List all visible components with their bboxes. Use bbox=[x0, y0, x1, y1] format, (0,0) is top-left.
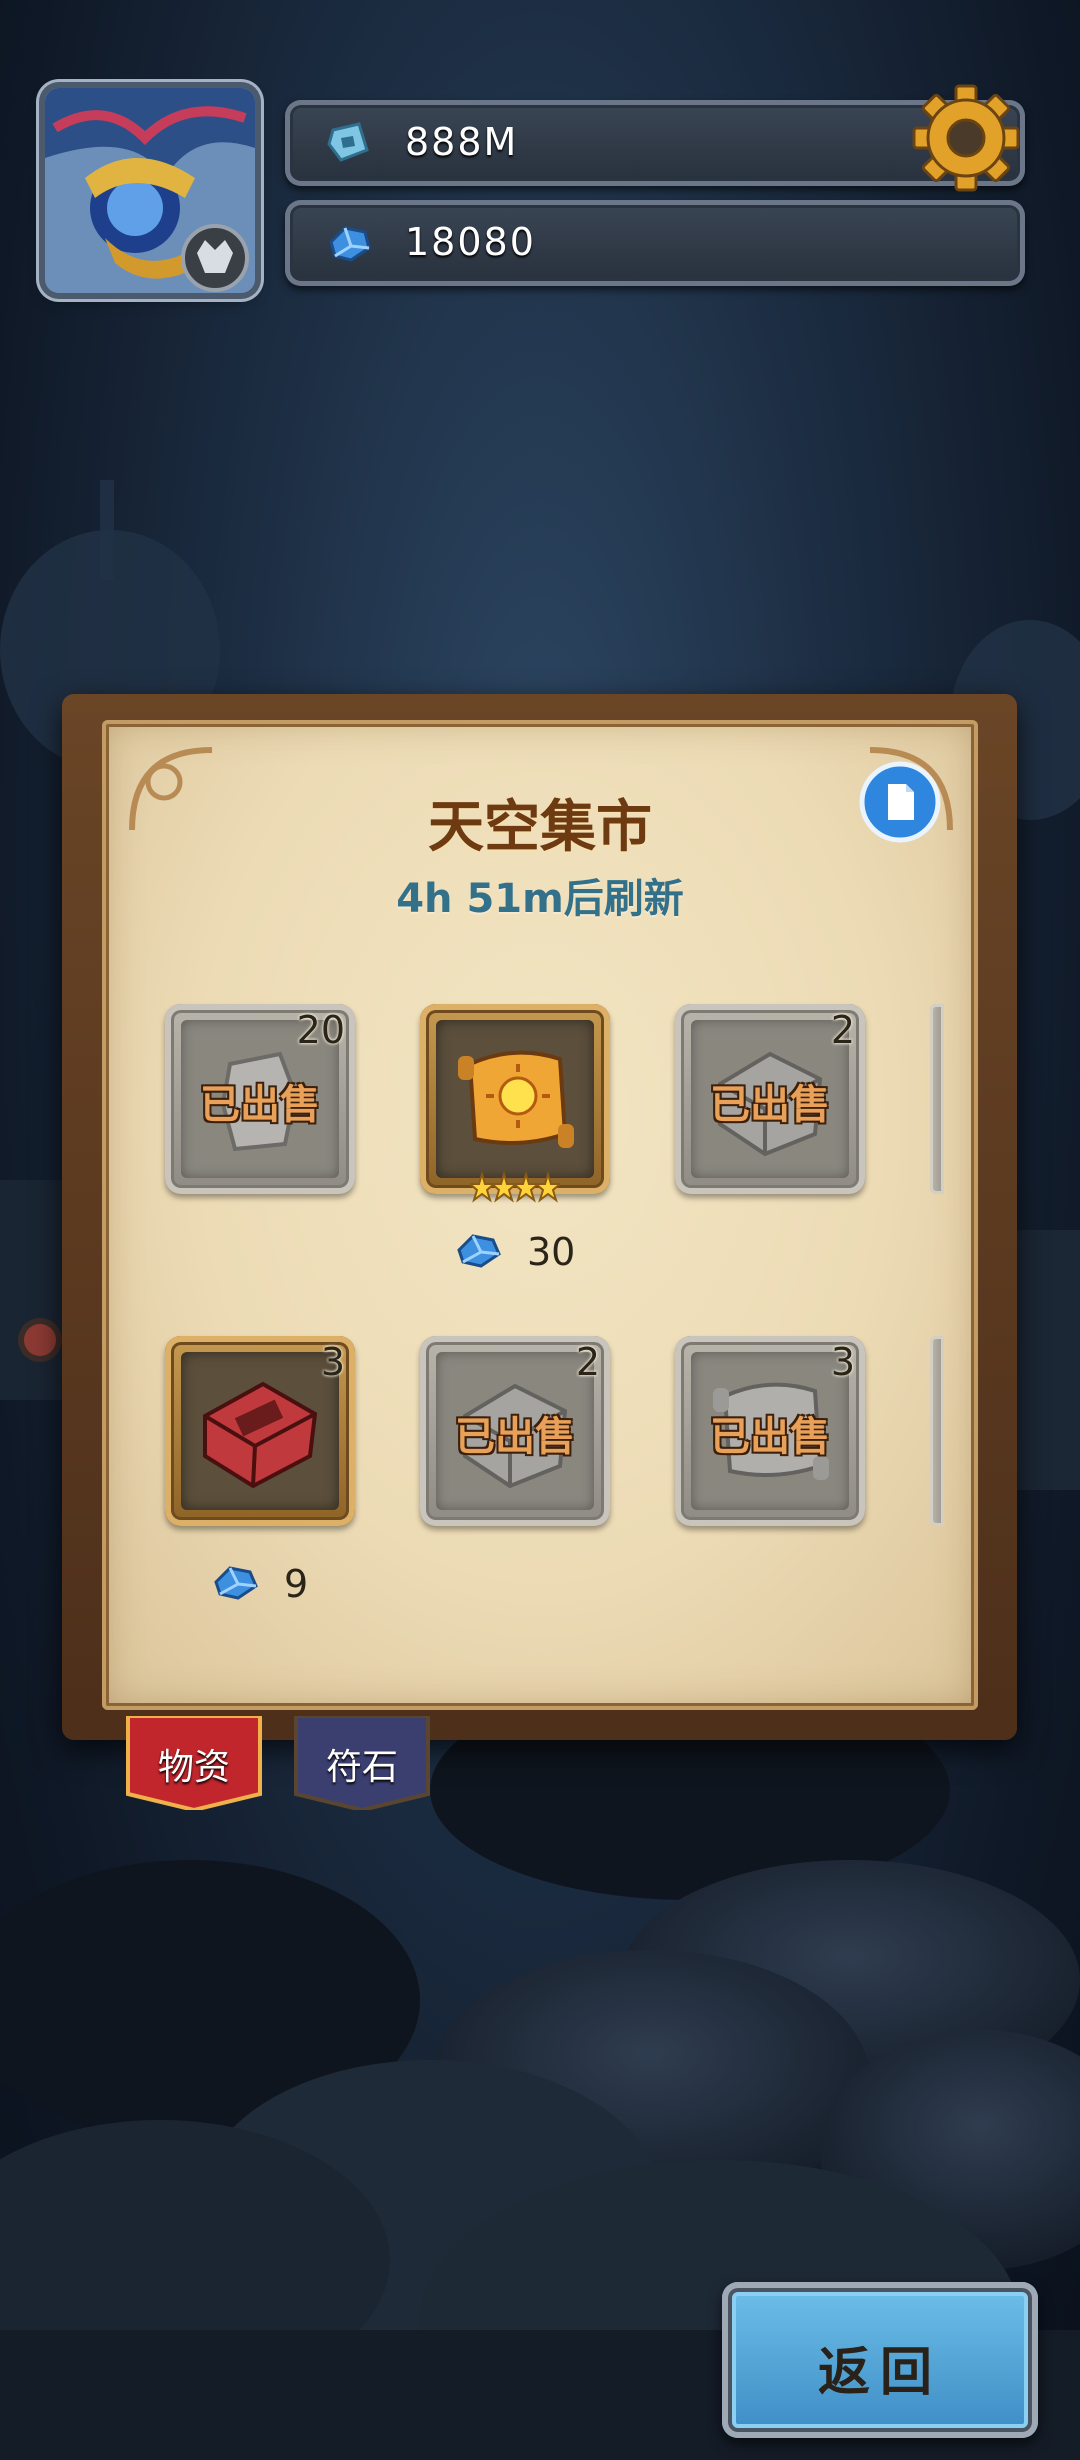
market-item-slot[interactable]: 3 已出售 bbox=[675, 1336, 865, 1526]
item-price: 30 bbox=[455, 1226, 595, 1276]
blue-gem-icon bbox=[214, 1566, 258, 1600]
tab-supplies[interactable]: 物资 bbox=[124, 1716, 264, 1810]
market-item-slot[interactable]: 3 bbox=[165, 1336, 355, 1526]
rune-coin-icon bbox=[327, 122, 369, 162]
next-slot-edge bbox=[930, 1004, 944, 1194]
market-item-slot[interactable]: 20 已出售 bbox=[165, 1004, 355, 1194]
gem-currency-value: 18080 bbox=[405, 220, 536, 264]
gem-currency-bar: 18080 bbox=[285, 200, 1025, 286]
avatar-portrait-icon bbox=[45, 88, 255, 293]
sold-out-label: 已出售 bbox=[455, 1414, 575, 1460]
item-quantity: 20 bbox=[296, 1008, 345, 1052]
price-amount: 9 bbox=[284, 1562, 309, 1606]
settings-gear-icon[interactable] bbox=[910, 82, 1022, 194]
item-quantity: 3 bbox=[320, 1340, 345, 1384]
star-rating bbox=[470, 1172, 560, 1203]
sun-scroll-icon bbox=[458, 1050, 574, 1148]
sold-out-label: 已出售 bbox=[200, 1082, 320, 1128]
tab-runestone[interactable]: 符石 bbox=[292, 1716, 432, 1810]
sold-out-label: 已出售 bbox=[710, 1414, 830, 1460]
sold-out-label: 已出售 bbox=[710, 1082, 830, 1128]
refresh-timer: 4h 51m后刷新 bbox=[396, 876, 684, 922]
back-button-label: 返回 bbox=[817, 2343, 942, 2403]
item-quantity: 2 bbox=[830, 1008, 855, 1052]
back-button[interactable]: 返回 bbox=[722, 2282, 1038, 2438]
tab-label: 符石 bbox=[325, 1747, 398, 1788]
market-item-slot[interactable] bbox=[420, 1004, 610, 1203]
blue-gem-icon bbox=[457, 1234, 501, 1268]
market-item-slot[interactable]: 2 已出售 bbox=[420, 1336, 610, 1526]
rune-currency-value: 888M bbox=[405, 120, 519, 164]
player-avatar[interactable] bbox=[45, 88, 255, 293]
info-document-icon[interactable] bbox=[858, 760, 942, 844]
price-amount: 30 bbox=[527, 1230, 576, 1274]
blue-gem-icon bbox=[329, 226, 371, 262]
next-slot-edge bbox=[930, 1336, 944, 1526]
item-price: 9 bbox=[212, 1558, 332, 1608]
red-box-icon bbox=[203, 1381, 318, 1489]
tab-label: 物资 bbox=[157, 1747, 230, 1788]
market-item-slot[interactable]: 2 已出售 bbox=[675, 1004, 865, 1194]
item-quantity: 2 bbox=[575, 1340, 600, 1384]
item-quantity: 3 bbox=[830, 1340, 855, 1384]
